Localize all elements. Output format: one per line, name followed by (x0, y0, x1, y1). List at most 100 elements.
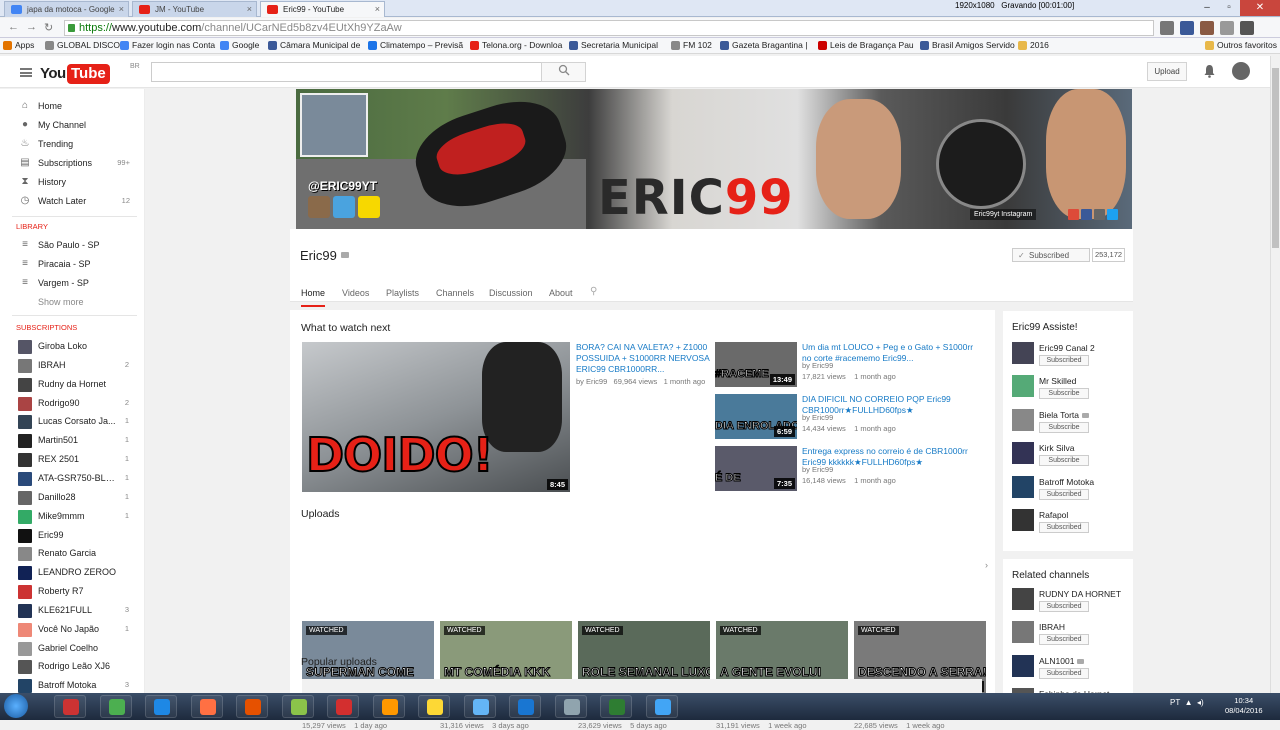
taskbar-app-app-swirl[interactable] (509, 695, 541, 718)
menu-icon[interactable] (1240, 21, 1254, 35)
tab-about[interactable]: About (549, 288, 573, 298)
channel-name[interactable]: RUDNY DA HORNET (1039, 589, 1121, 599)
subscription-item[interactable]: Gabriel Coelho (0, 639, 144, 658)
instagram-extension-icon[interactable] (1200, 21, 1214, 35)
taskbar-app-app-speaker[interactable] (554, 695, 587, 718)
upload-button[interactable]: Upload (1147, 62, 1187, 81)
channel-item[interactable]: Batroff Motoka Subscribed (1012, 475, 1132, 508)
subscription-item[interactable]: Eric99 (0, 526, 144, 545)
tools-extension-icon[interactable] (1220, 21, 1234, 35)
sidebar-item-subscriptions[interactable]: ▤ Subscriptions 99+ (0, 154, 144, 173)
featured-video-thumbnail[interactable]: DOIDO! 8:45 (302, 342, 570, 492)
subscription-item[interactable]: KLE621FULL 3 (0, 601, 144, 620)
banner-instagram-link[interactable]: Eric99yt Instagram (970, 209, 1037, 220)
sidebar-item-watch-later[interactable]: ◷ Watch Later 12 (0, 192, 144, 211)
close-tab-icon[interactable]: × (247, 4, 252, 14)
subscription-item[interactable]: REX 2501 1 (0, 450, 144, 469)
tab-playlists[interactable]: Playlists (386, 288, 419, 298)
tab-home[interactable]: Home (301, 288, 326, 307)
facebook-extension-icon[interactable] (1180, 21, 1194, 35)
back-arrow-icon[interactable]: ← (8, 21, 19, 33)
tab-discussion[interactable]: Discussion (489, 288, 533, 298)
facebook-icon[interactable] (1081, 209, 1092, 220)
channel-name[interactable]: Biela Torta (1039, 410, 1090, 420)
tab-channels[interactable]: Channels (436, 288, 474, 298)
browser-tab-active[interactable]: Eric99 - YouTube × (260, 1, 385, 17)
subscribe-button[interactable]: Subscribed (1039, 355, 1089, 366)
search-input[interactable] (151, 62, 542, 82)
channel-avatar[interactable] (1012, 342, 1034, 364)
channel-avatar[interactable] (1012, 375, 1034, 398)
side-video-thumbnail[interactable]: É DE 7:35 (715, 446, 797, 491)
url-input[interactable]: https://www.youtube.com/channel/UCarNEd5… (64, 20, 1154, 36)
taskbar-app-explorer[interactable] (418, 695, 450, 718)
bookmark-item[interactable]: Telona.org - Downloa (470, 40, 562, 50)
channel-search-icon[interactable]: ⚲ (590, 286, 597, 297)
browser-tab[interactable]: JM - YouTube × (132, 1, 257, 17)
carousel-next-icon[interactable]: › (985, 560, 988, 570)
subscription-item[interactable]: ATA-GSR750-BLU... 1 (0, 469, 144, 488)
channel-item[interactable]: IBRAH Subscribed (1012, 621, 1132, 653)
bell-icon[interactable] (1203, 64, 1216, 81)
channel-name[interactable]: ALN1001 (1039, 656, 1085, 666)
page-scrollbar[interactable] (1270, 56, 1280, 693)
subscription-item[interactable]: Rodrigo Leão XJ6 (0, 657, 144, 676)
taskbar-app-internet-explorer[interactable] (145, 695, 177, 718)
subscribe-button[interactable]: Subscribed (1039, 634, 1089, 646)
channel-avatar[interactable] (1012, 588, 1034, 610)
taskbar-app-excel[interactable] (600, 695, 632, 718)
bookmark-item[interactable]: GLOBAL DISCO (45, 40, 120, 50)
bookmark-item[interactable]: Google (220, 40, 259, 50)
sidebar-item-playlist[interactable]: ≡ Vargem - SP (0, 274, 144, 293)
channel-item[interactable]: RUDNY DA HORNET Subscribed (1012, 588, 1132, 620)
subscription-item[interactable]: Giroba Loko (0, 337, 144, 356)
channel-item[interactable]: ALN1001 Subscribed (1012, 654, 1132, 687)
channel-item[interactable]: Mr Skilled Subscribe (1012, 375, 1132, 407)
side-video-thumbnail[interactable]: #RACEME 13:49 (715, 342, 797, 387)
subscribe-button[interactable]: Subscribed (1039, 601, 1089, 612)
taskbar-app-vlc[interactable] (372, 695, 405, 718)
bookmark-item[interactable]: Fazer login nas Conta (120, 40, 215, 50)
side-video-thumbnail[interactable]: DIA ENROLADO 6:59 (715, 394, 797, 439)
bookmark-item[interactable]: Secretaria Municipal (569, 40, 658, 50)
channel-avatar[interactable] (1012, 475, 1034, 498)
subscription-item[interactable]: Você No Japão 1 (0, 620, 144, 639)
subscription-item[interactable]: LEANDRO ZEROO (0, 563, 144, 582)
channel-name[interactable]: Eric99 (300, 248, 337, 263)
taskbar-app-app-green[interactable] (281, 695, 314, 718)
sidebar-item-playlist[interactable]: ≡ Piracaia - SP (0, 255, 144, 274)
sidebar-item-my-channel[interactable]: ● My Channel (0, 116, 144, 135)
channel-item[interactable]: Rafapol Subscribed (1012, 509, 1132, 541)
account-avatar[interactable] (1232, 62, 1250, 80)
bookmark-item[interactable]: Climatempo – Previsã (368, 40, 463, 50)
video-channel[interactable]: by Eric99 (802, 413, 833, 422)
subscribe-button[interactable]: Subscribe (1039, 421, 1089, 433)
channel-name[interactable]: Batroff Motoka (1039, 477, 1094, 487)
bookmark-item[interactable]: Brasil Amigos Servido (920, 40, 1015, 50)
video-channel[interactable]: by Eric99 (576, 377, 607, 386)
sidebar-item-playlist[interactable]: ≡ São Paulo - SP (0, 236, 144, 255)
subscription-item[interactable]: Martin501 1 (0, 431, 144, 450)
channel-name[interactable]: Mr Skilled (1039, 376, 1076, 386)
browser-tab[interactable]: japa da motoca - Google × (4, 1, 129, 17)
taskbar-app-chrome[interactable] (99, 695, 132, 718)
taskbar-app-hand-app[interactable] (236, 695, 268, 718)
channel-name[interactable]: Rafapol (1039, 510, 1068, 520)
video-channel[interactable]: by Eric99 (802, 361, 833, 370)
twitter-icon[interactable] (1107, 209, 1118, 220)
subscribed-button[interactable]: ✓ Subscribed ⚙ (1012, 248, 1101, 262)
bookmark-item[interactable]: Gazeta Bragantina | (720, 40, 807, 50)
subscription-item[interactable]: Rodrigo90 2 (0, 394, 144, 413)
subscribe-button[interactable]: Subscribe (1039, 455, 1089, 467)
channel-avatar[interactable] (1012, 408, 1034, 431)
bookmark-item[interactable]: Câmara Municipal de (268, 40, 360, 50)
bookmark-item[interactable]: Leis de Bragança Pau (818, 40, 914, 50)
sidebar-item-home[interactable]: ⌂ Home (0, 97, 144, 116)
channel-avatar[interactable] (1012, 509, 1034, 531)
subscription-item[interactable]: Rudny da Hornet (0, 375, 144, 394)
taskbar-clock[interactable]: 10:34 08/04/2016 (1225, 696, 1263, 716)
channel-item[interactable]: Eric99 Canal 2 Subscribed (1012, 342, 1132, 374)
subscription-item[interactable]: Lucas Corsato Ja... 1 (0, 412, 144, 431)
featured-video-title[interactable]: BORA? CAI NA VALETA? + Z1000 POSSUIDA + … (576, 342, 710, 375)
extension-icon[interactable] (1160, 21, 1174, 35)
